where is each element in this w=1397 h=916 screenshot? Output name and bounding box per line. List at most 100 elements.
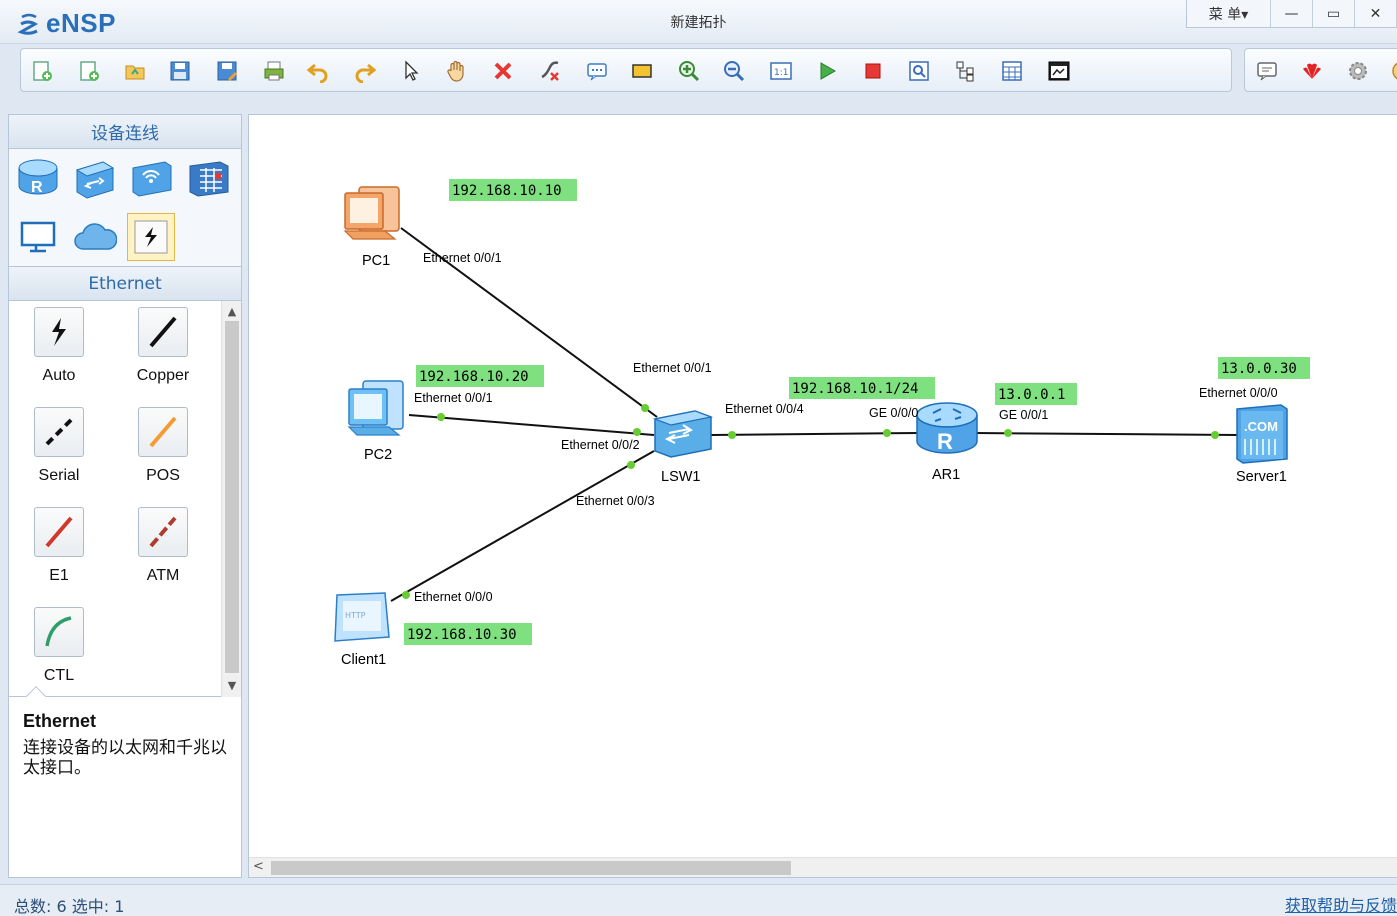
- firewall-icon[interactable]: [184, 154, 232, 202]
- ar1-node[interactable]: R AR1: [916, 402, 978, 483]
- cable-icon[interactable]: [127, 213, 175, 261]
- pc2-node[interactable]: PC2: [347, 380, 404, 463]
- link-ar1-server1[interactable]: [973, 432, 1238, 436]
- pc1-node[interactable]: PC1: [343, 186, 400, 269]
- close-button[interactable]: ✕: [1355, 0, 1397, 27]
- scroll-left-icon[interactable]: <: [253, 859, 264, 874]
- open-icon[interactable]: [122, 58, 148, 84]
- cable-option-e1[interactable]: E1: [24, 507, 94, 585]
- cable-list-scrollbar[interactable]: ▲ ▼: [221, 301, 241, 697]
- cable-label: Auto: [42, 367, 76, 384]
- start-device-icon[interactable]: [814, 58, 840, 84]
- print-icon[interactable]: [261, 58, 287, 84]
- cable-option-atm[interactable]: ATM: [128, 507, 198, 585]
- pc1-label: PC1: [362, 253, 390, 269]
- client1-node[interactable]: HTTP Client1: [334, 592, 390, 668]
- pan-hand-icon[interactable]: [444, 58, 470, 84]
- table-icon[interactable]: [999, 58, 1025, 84]
- ctl-cable-icon: [34, 607, 84, 657]
- port-label: Ethernet 0/0/1: [414, 391, 493, 405]
- redo-icon[interactable]: [352, 58, 378, 84]
- server1-node[interactable]: .COM Server1: [1236, 404, 1288, 485]
- port-dot: [1004, 429, 1012, 437]
- server-icon: .COM: [1236, 404, 1288, 464]
- topology-tree-icon[interactable]: [953, 58, 979, 84]
- canvas-horizontal-scrollbar[interactable]: <: [249, 857, 1397, 877]
- pc-icon: [347, 380, 404, 436]
- new-lab-icon[interactable]: [76, 58, 102, 84]
- title-bar: eNSP 新建拓扑 菜 单▾ — ▭ ✕: [0, 0, 1397, 44]
- scroll-up-icon[interactable]: ▲: [222, 303, 242, 321]
- link-client1-lsw1[interactable]: [390, 450, 655, 602]
- scrollbar-thumb[interactable]: [271, 861, 791, 875]
- maximize-button[interactable]: ▭: [1313, 0, 1355, 27]
- ip-label-pc1[interactable]: 192.168.10.10: [449, 179, 577, 201]
- scroll-down-icon[interactable]: ▼: [222, 677, 242, 695]
- e1-cable-icon: [34, 507, 84, 557]
- terminal-icon[interactable]: [1046, 58, 1072, 84]
- zoom-out-icon[interactable]: [721, 58, 747, 84]
- svg-text:HTTP: HTTP: [345, 611, 366, 620]
- feedback-icon[interactable]: [1254, 58, 1280, 84]
- delete-link-icon[interactable]: [537, 58, 563, 84]
- link-pc2-lsw1[interactable]: [408, 414, 655, 436]
- topology-canvas[interactable]: PC1 PC2 HTTP Client1 LSW1 R AR1 .COM Ser…: [248, 114, 1397, 878]
- description-box: Ethernet 连接设备的以太网和千兆以太接口。: [9, 686, 241, 867]
- secondary-toolbar: [1244, 48, 1397, 92]
- ip-label-server1[interactable]: 13.0.0.30: [1218, 357, 1310, 379]
- text-note-icon[interactable]: [584, 58, 610, 84]
- ip-text: 13.0.0.1: [998, 387, 1065, 403]
- cable-label: CTL: [43, 667, 75, 684]
- pos-cable-icon: [138, 407, 188, 457]
- port-label: Ethernet 0/0/1: [633, 361, 712, 375]
- port-dot: [641, 404, 649, 412]
- capture-icon[interactable]: [906, 58, 932, 84]
- huawei-logo-icon[interactable]: [1299, 58, 1325, 84]
- ip-label-ar1-ge1[interactable]: 13.0.0.1: [995, 383, 1077, 405]
- menu-button[interactable]: 菜 单▾: [1187, 0, 1271, 27]
- cable-option-pos[interactable]: POS: [128, 407, 198, 485]
- rectangle-icon[interactable]: [629, 58, 655, 84]
- ip-text: 192.168.10.1/24: [792, 381, 918, 397]
- pc-terminal-icon[interactable]: [14, 213, 62, 261]
- cable-option-copper[interactable]: Copper: [128, 307, 198, 385]
- minimize-button[interactable]: —: [1271, 0, 1313, 27]
- topology-diagram[interactable]: PC1 PC2 HTTP Client1 LSW1 R AR1 .COM Ser…: [249, 115, 1397, 857]
- save-as-icon[interactable]: [214, 58, 240, 84]
- client1-label: Client1: [341, 652, 386, 668]
- cloud-icon[interactable]: [71, 213, 119, 261]
- cable-option-ctl[interactable]: CTL: [24, 607, 94, 685]
- save-icon[interactable]: [167, 58, 193, 84]
- cable-option-serial[interactable]: Serial: [24, 407, 94, 485]
- scrollbar-thumb[interactable]: [225, 321, 239, 673]
- wireless-icon[interactable]: [127, 154, 175, 202]
- help-icon[interactable]: [1389, 58, 1397, 84]
- fit-view-icon[interactable]: 1:1: [768, 58, 794, 84]
- ip-label-client1[interactable]: 192.168.10.30: [404, 623, 532, 645]
- svg-text:1:1: 1:1: [774, 68, 788, 78]
- switch-icon[interactable]: [71, 154, 119, 202]
- new-topology-icon[interactable]: [29, 58, 55, 84]
- ip-label-pc2[interactable]: 192.168.10.20: [416, 365, 544, 387]
- zoom-in-icon[interactable]: [676, 58, 702, 84]
- port-label: Ethernet 0/0/2: [561, 438, 640, 452]
- router-icon[interactable]: R: [14, 154, 62, 202]
- switch-icon: [652, 410, 714, 458]
- port-label: Ethernet 0/0/4: [725, 402, 804, 416]
- device-panel-header: 设备连线: [9, 115, 241, 149]
- delete-icon[interactable]: [490, 58, 516, 84]
- stop-device-icon[interactable]: [860, 58, 886, 84]
- main-toolbar: 1:1: [20, 48, 1232, 92]
- device-category-grid: R: [9, 149, 241, 267]
- settings-gear-icon[interactable]: [1345, 58, 1371, 84]
- ip-label-ar1-ge0[interactable]: 192.168.10.1/24: [789, 377, 935, 399]
- help-feedback-link[interactable]: 获取帮助与反馈: [1285, 892, 1397, 916]
- server1-label: Server1: [1236, 469, 1287, 485]
- undo-icon[interactable]: [305, 58, 331, 84]
- lsw1-node[interactable]: LSW1: [652, 410, 714, 485]
- cable-option-auto[interactable]: Auto: [24, 307, 94, 385]
- select-icon[interactable]: [398, 58, 424, 84]
- ip-text: 192.168.10.30: [407, 627, 517, 643]
- port-label: Ethernet 0/0/1: [423, 251, 502, 265]
- pc-icon: [343, 186, 400, 240]
